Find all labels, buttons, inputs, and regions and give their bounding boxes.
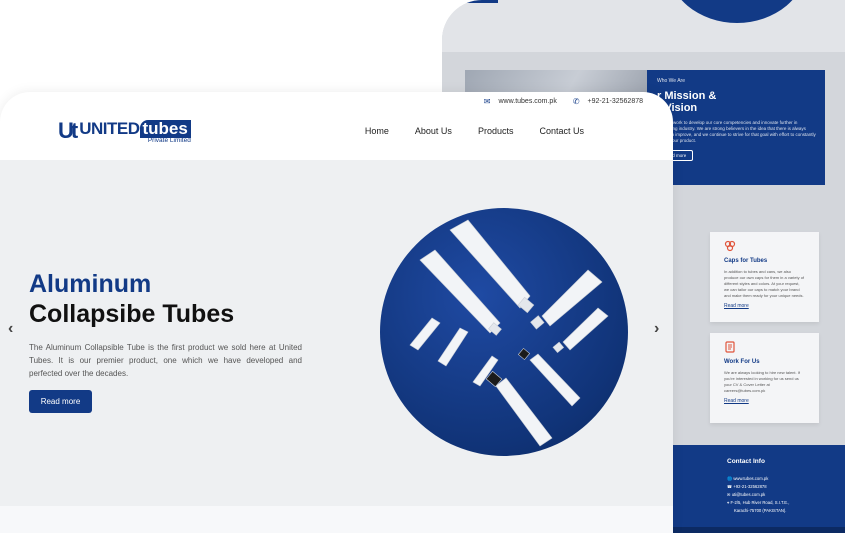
mission-title: r Mission & r Vision: [657, 90, 815, 114]
slider-prev-arrow-icon[interactable]: ‹: [8, 320, 13, 338]
caps-card-read-more[interactable]: Read more: [724, 303, 805, 309]
top-phone[interactable]: +92-21-32562878: [588, 98, 643, 105]
section-divider-strip: [0, 506, 673, 533]
work-card-title: Work For Us: [724, 359, 760, 365]
front-page-preview: ✉ www.tubes.com.pk ✆ +92-21-32562878 Ut …: [0, 92, 673, 533]
logo-wordmark: UNITED tubes: [79, 120, 191, 138]
mission-title-line2: r Vision: [657, 102, 698, 114]
tubes-illustration: [409, 219, 609, 447]
footer-address: ⌖ F-2/5, Hub River Road, S.I.T.E.,: [727, 500, 790, 505]
footer-email-text: uti@tubes.com.pk: [731, 492, 766, 497]
hero-title-line2: Collapsibe Tubes: [29, 300, 235, 328]
back-nav-indicator: [462, 0, 498, 3]
link-icon: [724, 240, 736, 252]
main-nav: Home About Us Products Contact Us: [365, 126, 584, 136]
caps-card-text: In addition to tubes and cans, we also p…: [724, 269, 805, 298]
work-card: Work For Us We are always looking to hir…: [710, 333, 819, 423]
logo-mark: Ut: [58, 118, 78, 143]
logo-words: UNITED tubes Private Limited: [79, 120, 191, 144]
footer-email[interactable]: ✉ uti@tubes.com.pk: [727, 491, 789, 499]
mission-eyebrow: Who We Are: [657, 78, 685, 84]
footer-address-line1: F-2/5, Hub River Road, S.I.T.E.,: [730, 500, 790, 505]
nav-contact-us[interactable]: Contact Us: [539, 126, 584, 136]
work-card-read-more[interactable]: Read more: [724, 398, 805, 404]
slider-next-arrow-icon[interactable]: ›: [654, 320, 659, 338]
hero-title-line1: Aluminum: [29, 270, 152, 298]
work-card-text: We are always looking to hire new talent…: [724, 370, 800, 393]
hero-read-more-button[interactable]: Read more: [29, 390, 92, 413]
footer-contact-title: Contact Info: [727, 458, 765, 465]
footer-phone-text: +92-21-32562878: [733, 484, 767, 489]
mission-panel: Who We Are r Mission & r Vision ndustry …: [647, 70, 825, 185]
footer-website-text: www.tubes.com.pk: [733, 476, 769, 481]
product-image-tubes: [380, 208, 628, 456]
phone-icon: ✆: [572, 97, 580, 106]
document-icon: [724, 341, 736, 353]
logo-subtitle: Private Limited: [147, 137, 191, 144]
footer-address-2: Karachi-75700 (PAKISTAN).: [734, 508, 787, 513]
logo-united: UNITED: [79, 119, 140, 138]
united-tubes-logo[interactable]: Ut UNITED tubes Private Limited: [58, 120, 191, 144]
footer-website[interactable]: 🌐 www.tubes.com.pk: [727, 475, 789, 483]
footer-phone[interactable]: ☎ +92-21-32562878: [727, 483, 789, 491]
nav-products[interactable]: Products: [478, 126, 514, 136]
caps-card: Caps for Tubes In addition to tubes and …: [710, 232, 819, 322]
footer-contact-list: 🌐 www.tubes.com.pk ☎ +92-21-32562878 ✉ u…: [727, 475, 789, 515]
hero-slider: ‹ › Aluminum Collapsibe Tubes The Alumin…: [0, 160, 673, 506]
mission-title-line1: r Mission &: [657, 90, 717, 102]
hero-description: The Aluminum Collapsible Tube is the fir…: [29, 343, 302, 378]
back-page-header: [442, 0, 845, 52]
top-website[interactable]: www.tubes.com.pk: [498, 98, 556, 105]
caps-card-title: Caps for Tubes: [724, 258, 768, 264]
top-contact-bar: ✉ www.tubes.com.pk ✆ +92-21-32562878: [484, 97, 643, 106]
nav-home[interactable]: Home: [365, 126, 389, 136]
mail-icon: ✉: [483, 97, 491, 106]
nav-about-us[interactable]: About Us: [415, 126, 452, 136]
mission-text: ndustry work to develop our core compete…: [657, 120, 816, 143]
logo-tubes: tubes: [139, 120, 191, 138]
